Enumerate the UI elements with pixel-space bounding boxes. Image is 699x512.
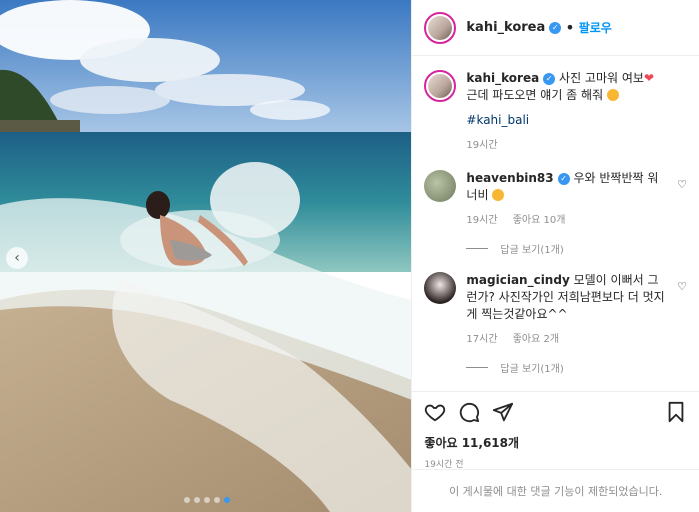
verified-badge-icon: ✓	[549, 21, 562, 34]
carousel-dot	[184, 497, 190, 503]
bookmark-icon[interactable]	[665, 401, 687, 427]
post-side-panel: kahi_korea ✓ • 팔로우 kahi_korea ✓ 사진 고마워 여보…	[411, 0, 699, 512]
caption-text-line2: 근데 파도오면 얘기 좀 해줘	[466, 88, 604, 102]
post-photo[interactable]: ‹	[0, 0, 412, 512]
avatar[interactable]	[424, 11, 457, 44]
star-struck-emoji-icon	[492, 189, 505, 201]
follow-button[interactable]: 팔로우	[579, 19, 612, 36]
comment-time: 17시간	[466, 334, 498, 345]
avatar[interactable]	[424, 272, 457, 304]
view-replies-label: 답글 보기(1개)	[500, 245, 564, 256]
instagram-post: ‹ kahi_korea ✓ • 팔로우 kahi_korea ✓ 사진 고마워 …	[0, 0, 699, 512]
carousel-dot-active	[224, 497, 230, 503]
comments-list[interactable]: kahi_korea ✓ 사진 고마워 여보❤ 근데 파도오면 얘기 좀 해줘 #…	[412, 56, 699, 391]
beach-photo-image	[0, 0, 412, 512]
comment-bubble-icon[interactable]	[458, 401, 480, 427]
comment-item: heavenbin83 ✓ 우와 반짝반짝 워너비 19시간 좋아요 10개 ♡	[424, 170, 687, 229]
view-replies-link[interactable]: 답글 보기(1개)	[466, 360, 687, 375]
comment-like-heart-icon[interactable]: ♡	[677, 280, 687, 293]
hashtag-link[interactable]: #kahi_bali	[466, 113, 529, 127]
carousel-dot	[204, 497, 210, 503]
verified-badge-icon: ✓	[543, 72, 556, 85]
caption-time: 19시간	[466, 140, 498, 151]
verified-badge-icon: ✓	[557, 172, 570, 185]
avatar[interactable]	[424, 70, 457, 102]
separator: •	[565, 18, 575, 37]
username-link[interactable]: kahi_korea	[466, 20, 545, 35]
carousel-prev-button[interactable]: ‹	[6, 247, 28, 269]
like-heart-icon[interactable]	[424, 401, 446, 427]
red-heart-emoji-icon: ❤	[643, 71, 655, 85]
comment-item: magician_cindy 모델이 이뻐서 그런가? 사진작가인 저희남편보다…	[424, 272, 687, 348]
comment-like-heart-icon[interactable]: ♡	[677, 178, 687, 191]
post-actions: 좋아요 11,618개 19시간 전	[412, 391, 699, 470]
view-replies-link[interactable]: 답글 보기(1개)	[466, 241, 687, 256]
post-header: kahi_korea ✓ • 팔로우	[412, 0, 699, 56]
comments-disabled-notice: 이 게시물에 대한 댓글 기능이 제한되었습니다.	[412, 469, 699, 512]
avatar[interactable]	[424, 170, 457, 202]
likes-count[interactable]: 좋아요 11,618개	[424, 434, 687, 451]
carousel-dot	[214, 497, 220, 503]
comment-username-link[interactable]: magician_cindy	[466, 273, 569, 287]
caption-text-line1: 사진 고마워 여보	[559, 71, 644, 85]
carousel-indicator	[184, 497, 230, 503]
share-send-icon[interactable]	[492, 401, 514, 427]
comment-likes-count[interactable]: 좋아요 2개	[513, 334, 559, 345]
view-replies-label: 답글 보기(1개)	[500, 364, 564, 375]
comment-username-link[interactable]: heavenbin83	[466, 171, 553, 185]
star-struck-emoji-icon	[606, 89, 619, 101]
caption-username-link[interactable]: kahi_korea	[466, 71, 539, 85]
chevron-left-icon: ‹	[14, 250, 20, 266]
carousel-dot	[194, 497, 200, 503]
comment-time: 19시간	[466, 215, 498, 226]
comment-likes-count[interactable]: 좋아요 10개	[513, 215, 566, 226]
caption: kahi_korea ✓ 사진 고마워 여보❤ 근데 파도오면 얘기 좀 해줘 #…	[424, 70, 687, 154]
